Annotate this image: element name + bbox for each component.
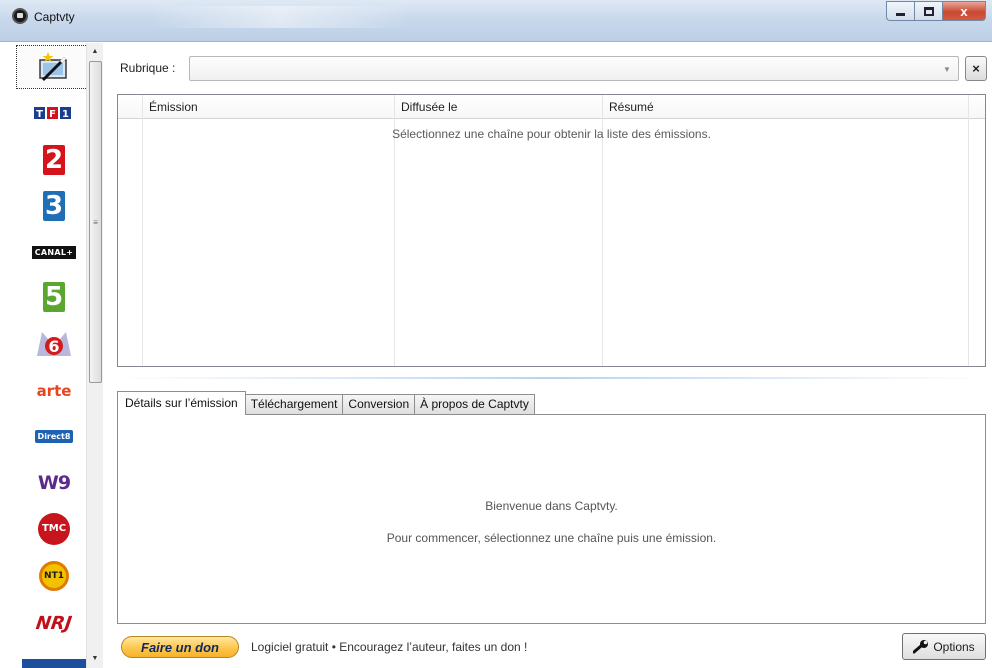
m6-number: 6 (48, 337, 59, 356)
welcome-message: Bienvenue dans Captvty. (485, 499, 618, 513)
footer-message: Logiciel gratuit • Encouragez l’auteur, … (251, 640, 528, 654)
emissions-list[interactable]: Émission Diffusée le Résumé Sélectionnez… (117, 94, 986, 367)
details-panel: Bienvenue dans Captvty. Pour commencer, … (117, 414, 986, 624)
channel-canal-plus[interactable]: CANAL+ (16, 230, 92, 274)
column-header-emission[interactable]: Émission (143, 95, 395, 119)
panel-splitter[interactable] (117, 377, 986, 379)
maximize-icon (923, 6, 934, 16)
wrench-icon (913, 639, 929, 653)
channel-nt1[interactable]: NT1 (16, 554, 92, 598)
channel-all[interactable] (16, 45, 92, 89)
minimize-icon (896, 12, 905, 16)
nrj12-logo: NRJ (34, 612, 74, 634)
app-icon[interactable] (12, 8, 28, 24)
column-header-diffusee[interactable]: Diffusée le (395, 95, 603, 119)
nt1-logo: NT1 (39, 561, 69, 591)
svg-text:F: F (49, 109, 56, 120)
title-glass-decoration (150, 6, 410, 28)
channel-france5[interactable]: 5 (16, 275, 92, 319)
w9-logo: W9 (37, 472, 71, 494)
svg-text:1: 1 (62, 109, 69, 120)
channel-tf1[interactable]: T F 1 (16, 91, 92, 135)
column-header-resume[interactable]: Résumé (603, 95, 969, 119)
arte-logo: arte (36, 382, 72, 400)
channel-tmc[interactable]: TMC (16, 507, 92, 551)
magic-wand-icon (39, 52, 67, 82)
options-label: Options (933, 639, 975, 654)
channel-m6[interactable]: 6 (16, 321, 92, 365)
instructions-message: Pour commencer, sélectionnez une chaîne … (386, 531, 717, 545)
details-tabs: Détails sur l’émission Téléchargement Co… (117, 391, 535, 415)
channel-direct8[interactable]: Direct8 (16, 414, 92, 458)
france3-logo: 3 (43, 191, 65, 221)
close-icon: x (960, 3, 968, 19)
scroll-down-arrow-icon[interactable]: ▼ (87, 650, 103, 666)
options-button[interactable]: Options (902, 633, 986, 660)
channel-scrollbar[interactable]: ▲ ≡ ▼ (86, 43, 103, 668)
donate-button[interactable]: Faire un don (121, 636, 239, 658)
clear-rubrique-button[interactable]: × (965, 56, 987, 81)
svg-text:T: T (36, 109, 43, 120)
scroll-thumb[interactable]: ≡ (89, 61, 102, 383)
tf1-logo: T F 1 (34, 107, 71, 120)
window-controls: x (886, 1, 986, 21)
window-title: Captvty (34, 10, 75, 24)
france2-logo: 2 (43, 145, 65, 175)
m6-logo: 6 (37, 332, 71, 356)
chevron-down-icon[interactable]: ▼ (941, 62, 953, 76)
channel-france3[interactable]: 3 (16, 184, 92, 228)
channel-arte[interactable]: arte (16, 369, 92, 413)
tab-details[interactable]: Détails sur l’émission (117, 391, 246, 415)
rubrique-label: Rubrique : (120, 61, 176, 75)
title-bar[interactable]: Captvty x (0, 0, 992, 42)
channel-partial-logo (22, 659, 86, 668)
close-icon: × (972, 61, 980, 76)
maximize-button[interactable] (914, 1, 942, 21)
close-button[interactable]: x (942, 1, 986, 21)
tab-a-propos[interactable]: À propos de Captvty (415, 394, 535, 415)
direct8-logo: Direct8 (34, 429, 74, 443)
scroll-up-arrow-icon[interactable]: ▲ (87, 43, 103, 59)
rubrique-dropdown[interactable]: ▼ (189, 56, 959, 81)
channel-france2[interactable]: 2 (16, 138, 92, 182)
emissions-list-header: Émission Diffusée le Résumé (118, 95, 985, 119)
tmc-logo: TMC (38, 513, 70, 545)
tab-telechargement[interactable]: Téléchargement (245, 394, 344, 415)
channel-w9[interactable]: W9 (16, 461, 92, 505)
tab-conversion[interactable]: Conversion (343, 394, 416, 415)
minimize-button[interactable] (886, 1, 914, 21)
emissions-empty-message: Sélectionnez une chaîne pour obtenir la … (392, 127, 711, 141)
france5-logo: 5 (43, 282, 65, 312)
canal-plus-logo: CANAL+ (31, 245, 77, 259)
channel-nrj12[interactable]: NRJ (16, 601, 92, 645)
